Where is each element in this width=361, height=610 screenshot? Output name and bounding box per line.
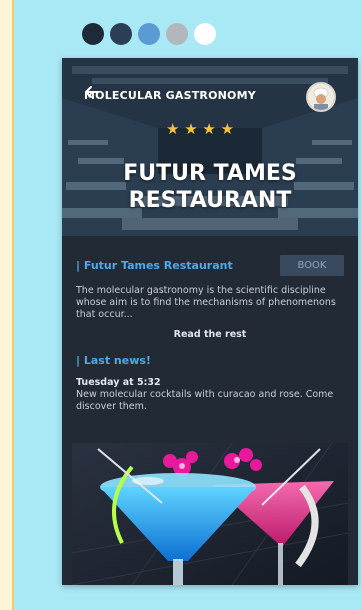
avatar[interactable] (306, 82, 336, 112)
page-title: MOLECULAR GASTRONOMY (84, 88, 256, 102)
palette-swatch-3 (138, 23, 160, 45)
cocktail-image (72, 443, 348, 585)
back-arrow-icon[interactable] (84, 84, 100, 100)
hero-title-line-1: FUTUR TAMES (123, 161, 297, 186)
background-side-strip (0, 0, 14, 610)
read-more-link[interactable]: Read the rest (76, 329, 344, 340)
news-date: Tuesday at 5:32 (76, 377, 161, 388)
hero-banner: MOLECULAR GASTRONOMY ★ ★ ★ ★ FUTUR TAMES… (62, 58, 358, 236)
book-button[interactable]: BOOK (280, 254, 344, 276)
palette-swatch-2 (110, 23, 132, 45)
color-palette (82, 23, 216, 45)
top-bar: MOLECULAR GASTRONOMY (84, 82, 336, 112)
restaurant-name-heading: | Futur Tames Restaurant (76, 258, 233, 272)
restaurant-hero-title: FUTUR TAMES RESTAURANT (62, 160, 358, 214)
palette-swatch-5 (194, 23, 216, 45)
hero-title-line-2: RESTAURANT (128, 188, 292, 213)
palette-swatch-4 (166, 23, 188, 45)
palette-swatch-1 (82, 23, 104, 45)
rating-stars: ★ ★ ★ ★ (166, 120, 235, 138)
cocktail-photo (72, 443, 348, 585)
restaurant-section-header: | Futur Tames Restaurant BOOK (76, 254, 344, 276)
news-text: New molecular cocktails with curacao and… (76, 389, 334, 412)
content-area: | Futur Tames Restaurant BOOK The molecu… (76, 254, 344, 413)
news-heading: | Last news! (76, 354, 151, 367)
restaurant-description: The molecular gastronomy is the scientif… (76, 285, 336, 320)
phone-screen: MOLECULAR GASTRONOMY ★ ★ ★ ★ FUTUR TAMES… (62, 58, 358, 585)
chef-avatar-icon (308, 84, 334, 110)
